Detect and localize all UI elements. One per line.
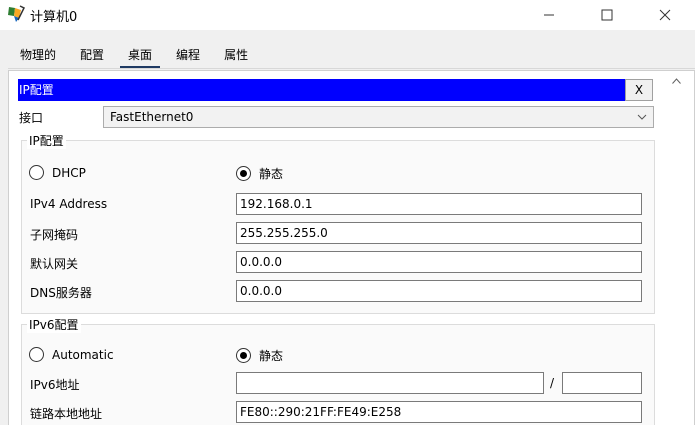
link-local-field[interactable]: FE80::290:21FF:FE49:E258 (236, 401, 642, 423)
interface-value: FastEthernet0 (110, 110, 194, 124)
default-gateway-label: 默认网关 (30, 257, 79, 271)
ipv4-address-label: IPv4 Address (30, 197, 108, 211)
ipv6-prefix-field[interactable] (562, 372, 642, 394)
ipv6-static-radio[interactable]: 静态 (236, 347, 283, 364)
window-body: 物理的 配置 桌面 编程 属性 IP配置 X 接口 FastEthernet0 … (0, 30, 695, 425)
close-window-button[interactable] (642, 0, 688, 30)
subnet-mask-field[interactable]: 255.255.255.0 (236, 222, 642, 244)
ipv4-static-label: 静态 (259, 167, 284, 181)
ipv6-legend: IPv6配置 (27, 316, 81, 333)
close-ip-config-button[interactable]: X (625, 79, 653, 101)
dhcp-label: DHCP (52, 165, 86, 180)
ipv4-address-field[interactable]: 192.168.0.1 (236, 193, 642, 215)
chevron-down-icon (637, 107, 647, 135)
tab-bar: 物理的 配置 桌面 编程 属性 (8, 45, 260, 69)
ipv4-static-radio-circle (236, 166, 251, 181)
ip-config-header: IP配置 (18, 79, 627, 101)
link-local-label: 链路本地地址 (30, 407, 103, 421)
chevron-up-icon (671, 78, 681, 84)
dns-server-field[interactable]: 0.0.0.0 (236, 280, 642, 302)
ipv6-address-label: IPv6地址 (30, 378, 80, 392)
packet-tracer-pc-icon (6, 4, 26, 24)
tab-physical[interactable]: 物理的 (8, 45, 68, 69)
ipv6-address-field[interactable] (236, 372, 544, 394)
tabs-divider (8, 68, 695, 69)
default-gateway-field[interactable]: 0.0.0.0 (236, 251, 642, 273)
tab-desktop[interactable]: 桌面 (116, 45, 164, 69)
subnet-mask-label: 子网掩码 (30, 228, 79, 242)
dhcp-radio-circle (29, 165, 44, 180)
prefix-separator: / (550, 376, 555, 390)
window-title: 计算机0 (30, 10, 78, 25)
dns-server-label: DNS服务器 (30, 286, 92, 300)
maximize-button[interactable] (584, 0, 630, 30)
ipv6-automatic-radio[interactable]: Automatic (29, 347, 114, 362)
ipv6-static-label: 静态 (259, 349, 284, 363)
close-icon (659, 9, 671, 21)
tab-config[interactable]: 配置 (68, 45, 116, 69)
maximize-icon (601, 9, 613, 21)
minimize-button[interactable] (526, 0, 572, 30)
scroll-up-arrow[interactable] (670, 75, 682, 87)
interface-label: 接口 (19, 111, 44, 125)
ipv6-automatic-label: Automatic (52, 347, 114, 362)
ipv4-static-radio[interactable]: 静态 (236, 165, 283, 182)
dhcp-radio[interactable]: DHCP (29, 165, 86, 180)
tab-programming[interactable]: 编程 (164, 45, 212, 69)
title-bar: 计算机0 (0, 0, 695, 30)
ipv6-automatic-radio-circle (29, 347, 44, 362)
interface-select[interactable]: FastEthernet0 (103, 106, 654, 128)
minimize-icon (544, 14, 554, 16)
tab-attributes[interactable]: 属性 (212, 45, 260, 69)
ip-config-panel: IP配置 X 接口 FastEthernet0 IP配置 DHCP 静态 IPv… (8, 70, 695, 425)
ipv6-static-radio-circle (236, 348, 251, 363)
ipv4-legend: IP配置 (27, 132, 66, 149)
